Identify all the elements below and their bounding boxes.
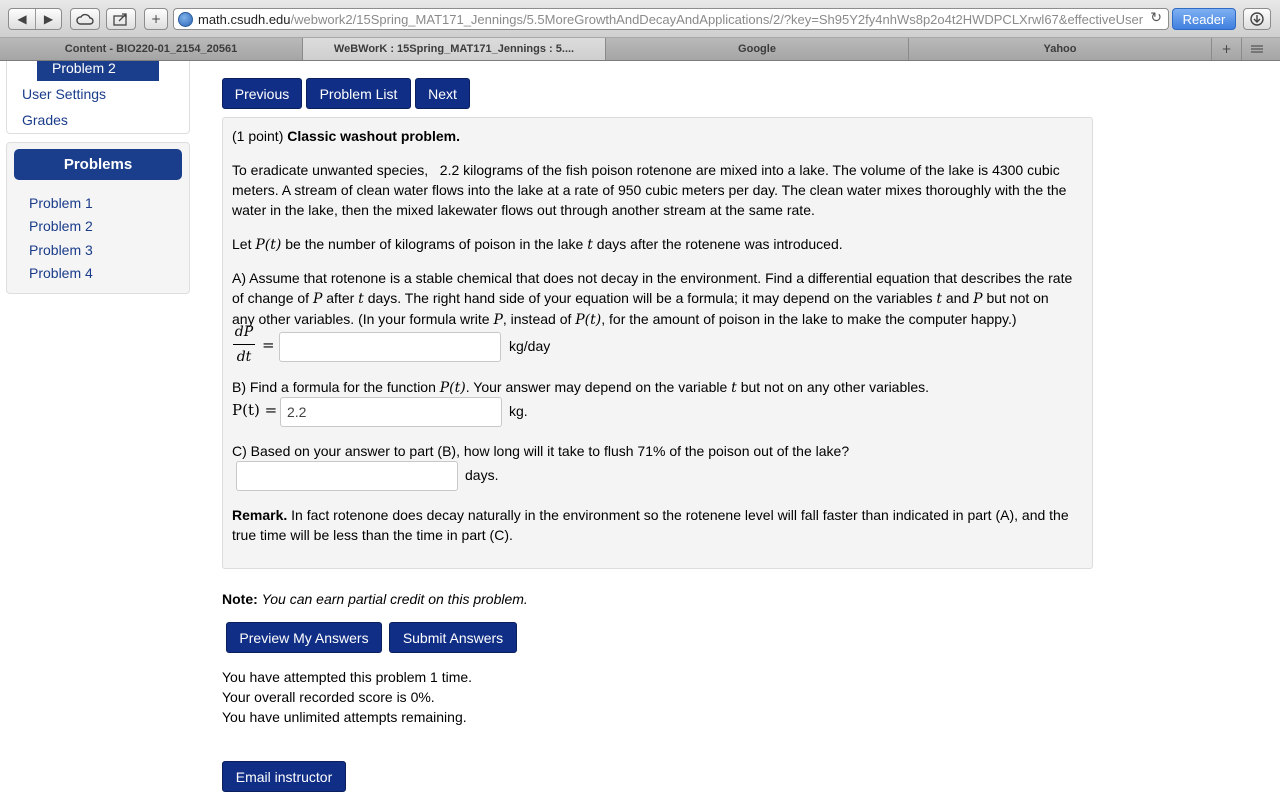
remark: Remark. In fact rotenone does decay natu… [232, 507, 1069, 543]
problem-header: (1 point) Classic washout problem. [232, 126, 1084, 146]
preview-answers-button[interactable]: Preview My Answers [226, 622, 382, 653]
plus-icon: + [150, 12, 162, 26]
part-c-answer-input[interactable] [236, 461, 458, 491]
submit-answers-button[interactable]: Submit Answers [389, 622, 517, 653]
icloud-tabs-button[interactable] [70, 8, 100, 30]
partial-credit-note: Note: You can earn partial credit on thi… [222, 591, 528, 607]
share-icon [113, 12, 127, 26]
part-a-unit: kg/day [509, 338, 551, 354]
problem-let-statement: Let P(t) be the number of kilograms of p… [232, 236, 843, 253]
problem-title: Classic washout problem. [287, 128, 460, 144]
user-settings-link[interactable]: User Settings [22, 86, 106, 102]
part-a-answer-input[interactable] [279, 332, 501, 362]
reader-button[interactable]: Reader [1172, 8, 1236, 30]
part-a-text: A) Assume that rotenone is a stable chem… [232, 270, 1073, 328]
tab-google[interactable]: Google [606, 38, 909, 60]
back-icon[interactable]: ◀ [9, 9, 35, 29]
grades-link[interactable]: Grades [22, 112, 68, 128]
dp-dt-fraction: dP dt [233, 324, 255, 365]
problem-4-link[interactable]: Problem 4 [29, 265, 93, 281]
part-c-unit: days. [465, 467, 499, 483]
part-c-text: C) Based on your answer to part (B), how… [232, 443, 850, 459]
intro-line-3: water in the lake, then the mixed lakewa… [232, 202, 815, 218]
problems-heading: Problems [14, 149, 182, 180]
cloud-icon [76, 13, 94, 25]
tab-list-icon[interactable] [1242, 38, 1272, 60]
url-path: /webwork2/15Spring_MAT171_Jennings/5.5Mo… [290, 11, 1144, 27]
new-tab-plus-icon[interactable]: + [1212, 38, 1242, 60]
part-b-answer-input[interactable] [280, 397, 502, 427]
intro-line-2: meters. A stream of clean water flows in… [232, 182, 1067, 198]
email-instructor-button[interactable]: Email instructor [222, 761, 346, 792]
tab-yahoo[interactable]: Yahoo [909, 38, 1212, 60]
equals-sign: = [262, 336, 275, 354]
p-of-t-equals: P(t) = [232, 401, 278, 419]
new-tab-button[interactable]: + [144, 8, 168, 30]
problem-3-link[interactable]: Problem 3 [29, 242, 93, 258]
tab-content-bio220[interactable]: Content - BIO220-01_2154_20561 [0, 38, 303, 60]
problem-1-link[interactable]: Problem 1 [29, 195, 93, 211]
problem-2-link[interactable]: Problem 2 [29, 218, 93, 234]
download-icon [1250, 12, 1264, 26]
part-b-text: B) Find a formula for the function P(t).… [232, 379, 930, 396]
url-host: math.csudh.edu [198, 11, 291, 27]
tab-webwork[interactable]: WeBWorK : 15Spring_MAT171_Jennings : 5..… [303, 38, 606, 60]
intro-line-1: To eradicate unwanted species, 2.2 kilog… [232, 162, 1060, 178]
forward-icon[interactable]: ▶ [35, 9, 61, 29]
current-problem-indicator[interactable]: Problem 2 [37, 61, 159, 81]
remark-label: Remark. [232, 507, 288, 523]
address-bar[interactable]: math.csudh.edu /webwork2/15Spring_MAT171… [173, 8, 1169, 30]
downloads-button[interactable] [1243, 8, 1271, 30]
attempts-status: You have attempted this problem 1 time. [222, 669, 473, 685]
remaining-status: You have unlimited attempts remaining. [222, 709, 467, 725]
problem-intro: To eradicate unwanted species, 2.2 kilog… [232, 160, 1084, 220]
next-button[interactable]: Next [415, 78, 470, 109]
previous-button[interactable]: Previous [222, 78, 302, 109]
share-button[interactable] [106, 8, 136, 30]
problem-points: (1 point) [232, 128, 284, 144]
tab-bar: Content - BIO220-01_2154_20561 WeBWorK :… [0, 38, 1280, 61]
globe-icon [178, 11, 193, 27]
score-status: Your overall recorded score is 0%. [222, 689, 435, 705]
part-b-unit: kg. [509, 403, 528, 419]
problem-list-button[interactable]: Problem List [306, 78, 411, 109]
reload-icon[interactable]: ↻ [1150, 10, 1162, 26]
back-forward-buttons: ◀ ▶ [8, 8, 62, 30]
browser-toolbar: ◀ ▶ + math.csudh.edu /webwork2/15Spring_… [0, 0, 1280, 38]
